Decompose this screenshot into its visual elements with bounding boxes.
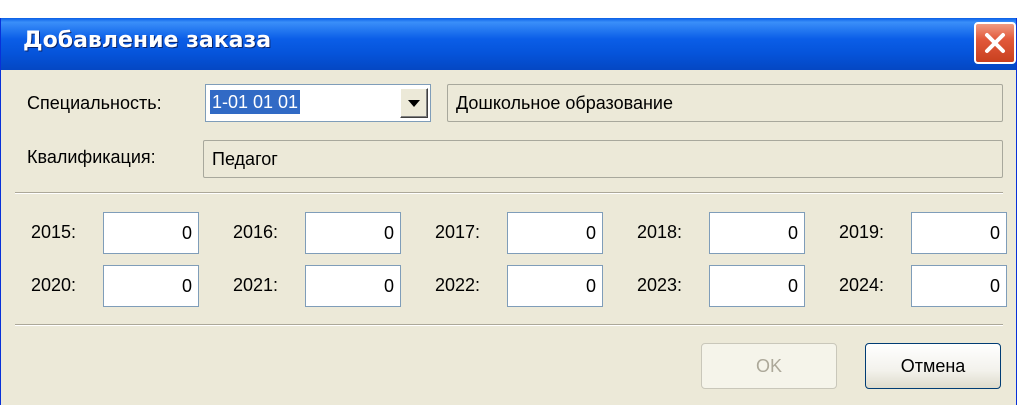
year-input-2021[interactable]: 0 [305, 265, 401, 307]
qualification-field: Педагог [203, 140, 1003, 178]
year-label-2022: 2022: [435, 275, 481, 295]
title-bar[interactable]: Добавление заказа [1, 18, 1016, 70]
specialty-label: Специальность: [27, 93, 162, 113]
ok-button[interactable]: OK [701, 343, 837, 389]
year-input-2020[interactable]: 0 [103, 265, 199, 307]
year-input-2022[interactable]: 0 [507, 265, 603, 307]
specialty-code-value: 1-01 01 01 [210, 90, 301, 114]
dialog-title: Добавление заказа [23, 28, 272, 53]
specialty-combo[interactable]: 1-01 01 01 [205, 84, 431, 122]
qualification-label: Квалификация: [27, 147, 156, 167]
year-input-2015[interactable]: 0 [103, 212, 199, 254]
specialty-name-field: Дошкольное образование [447, 84, 1003, 122]
separator-bottom [15, 324, 1003, 326]
close-button[interactable] [974, 22, 1016, 64]
year-label-2020: 2020: [31, 275, 77, 295]
add-order-dialog: Добавление заказа Специальность: 1-01 01… [0, 18, 1017, 405]
separator-top [15, 192, 1003, 194]
cancel-button[interactable]: Отмена [865, 343, 1001, 389]
year-label-2019: 2019: [839, 222, 885, 242]
year-input-2016[interactable]: 0 [305, 212, 401, 254]
year-label-2015: 2015: [31, 222, 77, 242]
year-label-2021: 2021: [233, 275, 279, 295]
year-input-2023[interactable]: 0 [709, 265, 805, 307]
year-input-2018[interactable]: 0 [709, 212, 805, 254]
year-label-2023: 2023: [637, 275, 683, 295]
background-caption-strip [0, 0, 1017, 18]
year-input-2024[interactable]: 0 [911, 265, 1007, 307]
specialty-dropdown-button[interactable] [400, 88, 428, 118]
year-label-2018: 2018: [637, 222, 683, 242]
year-label-2024: 2024: [839, 275, 885, 295]
year-label-2016: 2016: [233, 222, 279, 242]
close-icon [985, 33, 1005, 53]
chevron-down-icon [408, 100, 420, 107]
year-input-2019[interactable]: 0 [911, 212, 1007, 254]
year-input-2017[interactable]: 0 [507, 212, 603, 254]
year-label-2017: 2017: [435, 222, 481, 242]
